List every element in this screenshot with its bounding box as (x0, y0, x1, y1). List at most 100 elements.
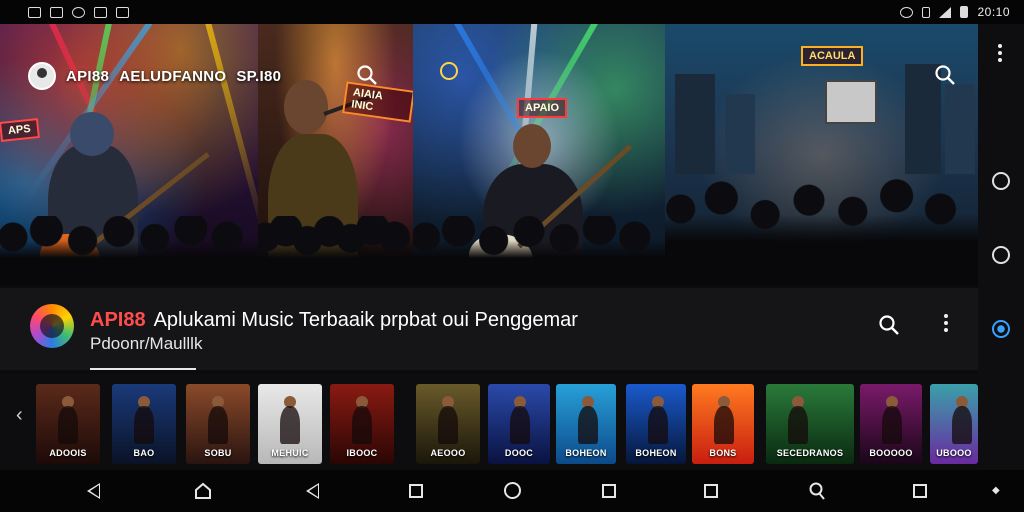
thumbnail-card[interactable]: BOOOOO (860, 384, 922, 464)
app-info-bar: API88 Aplukami Music Terbaaik prpbat oui … (0, 288, 978, 370)
avatar[interactable] (28, 62, 56, 90)
crowd-3 (413, 216, 665, 286)
thumbnail-art-figure (648, 406, 668, 444)
thumbnail-art-figure (714, 406, 734, 444)
app-title-brand: API88 (90, 309, 146, 331)
video-icon (94, 6, 107, 18)
navigation-bar: ◆ (0, 470, 1024, 512)
mail-icon (116, 6, 129, 18)
thumbnail-card[interactable]: DOOC (488, 384, 550, 464)
thumbnail-card[interactable]: BOHEON (626, 384, 686, 464)
home-icon[interactable] (193, 481, 213, 501)
crowd-2 (258, 216, 413, 286)
recents-icon[interactable] (701, 481, 721, 501)
hero-panel-stadium[interactable]: ACAULA (665, 24, 978, 286)
thumbnail-card[interactable]: BONS (692, 384, 754, 464)
thumbnail-art-figure (352, 406, 372, 444)
thumbnail-label: IBOOC (346, 448, 378, 458)
record-icon[interactable] (992, 320, 1010, 338)
search-icon[interactable] (356, 64, 378, 86)
notification-icon (28, 6, 41, 18)
neon-sign-mid: AIAIA INIC (342, 81, 413, 123)
thumbnail-label: SECEDRANOS (776, 448, 844, 458)
thumbnail-label: BOHEON (635, 448, 677, 458)
signal-icon (939, 6, 952, 18)
thumbnail-card[interactable]: UBOOO (930, 384, 978, 464)
thumbnail-label: BONS (709, 448, 737, 458)
thumbnail-card[interactable]: SECEDRANOS (766, 384, 854, 464)
thumbnail-art-figure (134, 406, 154, 444)
settings-icon (72, 6, 85, 18)
alarm-icon (900, 6, 914, 18)
hero-title-extra: SP.I80 (236, 67, 282, 85)
thumbnail-art-figure (788, 406, 808, 444)
neon-sign: APS (0, 118, 40, 142)
stage-screen (825, 80, 877, 124)
thumbnail-card[interactable]: ADOOIS (36, 384, 100, 464)
helmet-head (70, 112, 114, 156)
app-subtitle: Pdoonr/Maulllk (90, 334, 203, 353)
tab-underline (90, 368, 196, 370)
thumbnail-label: BOOOOO (869, 448, 913, 458)
thumbnail-card[interactable]: SOBU (186, 384, 250, 464)
stage-sign: APAIO (517, 98, 568, 118)
keyboard-hide-icon[interactable]: ◆ (992, 485, 1012, 505)
thumbnail-card[interactable]: BOHEON (556, 384, 616, 464)
hero-title-brand: API88 (66, 67, 110, 85)
thumbnail-label: DOOC (504, 448, 534, 458)
crowd (0, 216, 258, 286)
status-right-icons: 20:10 (900, 5, 1010, 19)
back-icon[interactable] (303, 481, 323, 501)
clock: 20:10 (977, 5, 1010, 19)
thumbnail-art-figure (510, 406, 530, 444)
thumbnail-label: AEOOO (430, 448, 466, 458)
more-options-icon[interactable] (944, 314, 948, 335)
bluetooth-icon (922, 6, 931, 18)
search-icon[interactable] (878, 314, 900, 336)
recents-icon[interactable] (910, 481, 930, 501)
chevron-left-icon[interactable]: ‹ (16, 404, 23, 427)
guitarist-head-2 (513, 124, 551, 168)
singer-head (284, 80, 328, 134)
thumbnail-card[interactable]: MEHUIC (258, 384, 322, 464)
thumbnail-strip: ‹ ADOOIS BAO SOBU MEHUIC IBOOC AEOOO DOOC BOHEO… (0, 374, 978, 470)
recents-icon[interactable] (599, 481, 619, 501)
home-circle-icon[interactable] (503, 481, 523, 501)
thumbnail-card[interactable]: IBOOC (330, 384, 394, 464)
app-title: API88 Aplukami Music Terbaaik prpbat oui … (90, 309, 578, 332)
square-icon[interactable] (406, 481, 426, 501)
hero-title-text: AELUDFANNO (119, 67, 227, 85)
thumbnail-label: BAO (133, 448, 155, 458)
stadium-sign: ACAULA (801, 46, 864, 66)
replay-icon[interactable] (992, 246, 1010, 264)
thumbnail-art-figure (882, 406, 902, 444)
app-logo[interactable] (30, 304, 74, 348)
battery-icon (960, 6, 969, 18)
thumbnail-art-figure (208, 406, 228, 444)
thumbnail-card[interactable]: AEOOO (416, 384, 480, 464)
thumbnail-art-figure (438, 406, 458, 444)
thumbnail-card[interactable]: BAO (112, 384, 176, 464)
thumbnail-label: BOHEON (565, 448, 607, 458)
info-icon[interactable] (992, 172, 1010, 190)
search-icon[interactable] (807, 481, 827, 501)
thumbnail-label: MEHUIC (271, 448, 309, 458)
thumbnail-label: UBOOO (936, 448, 972, 458)
crowd-4 (665, 176, 978, 286)
status-bar: 20:10 (0, 0, 1024, 24)
info-badge-icon[interactable] (440, 62, 458, 80)
thumbnail-art-figure (58, 406, 78, 444)
right-sidebar (978, 24, 1024, 470)
search-icon[interactable] (934, 64, 956, 86)
image-icon (50, 6, 63, 18)
back-icon[interactable] (84, 481, 104, 501)
thumbnail-label: SOBU (204, 448, 232, 458)
city-skyline (665, 54, 978, 174)
hero-title: API88 AELUDFANNO SP.I80 (28, 62, 281, 90)
thumbnail-art-figure (952, 406, 972, 444)
app-title-text: Aplukami Music Terbaaik prpbat oui Pengg… (153, 309, 578, 331)
status-left-icons (28, 6, 129, 18)
thumbnail-label: ADOOIS (49, 448, 87, 458)
hero-banner[interactable]: APS AIAIA INIC APAIO ACAULA API88 AELUDF… (0, 24, 978, 286)
more-options-icon[interactable] (998, 44, 1002, 65)
